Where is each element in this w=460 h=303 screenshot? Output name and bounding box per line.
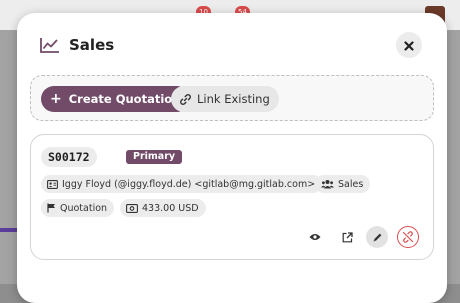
contact-card-icon	[47, 179, 58, 189]
unlink-button[interactable]	[397, 226, 419, 248]
eye-icon[interactable]	[309, 233, 321, 241]
close-icon[interactable]	[404, 36, 414, 55]
type-text: Quotation	[60, 202, 108, 214]
view-button[interactable]	[304, 226, 326, 248]
contact-text: Iggy Floyd (@iggy.floyd.de) <gitlab@mg.g…	[62, 178, 316, 190]
dialog-header: Sales	[40, 36, 114, 54]
primary-badge: Primary	[126, 150, 183, 164]
open-external-button[interactable]	[336, 226, 358, 248]
close-button[interactable]	[396, 32, 422, 58]
record-reference[interactable]: S00172	[41, 147, 97, 167]
amount-chip: 433.00 USD	[120, 199, 206, 217]
link-icon	[180, 93, 191, 105]
create-quotation-button[interactable]: + Create Quotation	[41, 86, 191, 112]
create-quotation-label: Create Quotation	[68, 92, 181, 106]
amount-text: 433.00 USD	[142, 202, 199, 214]
edit-button[interactable]	[366, 226, 388, 248]
sales-dialog: Sales + Create Quotation Link Existing S…	[17, 13, 447, 303]
plus-icon: +	[50, 91, 62, 107]
flag-icon	[47, 203, 55, 213]
type-chip: Quotation	[41, 199, 115, 217]
pencil-icon[interactable]	[372, 232, 383, 243]
team-chip: Sales	[315, 175, 371, 193]
contact-chip: Iggy Floyd (@iggy.floyd.de) <gitlab@mg.g…	[41, 175, 323, 193]
link-existing-label: Link Existing	[197, 92, 270, 106]
external-link-icon[interactable]	[342, 231, 353, 243]
chart-line-icon	[40, 37, 60, 53]
link-existing-button[interactable]: Link Existing	[171, 86, 279, 112]
money-icon	[126, 203, 138, 213]
dialog-title: Sales	[69, 36, 115, 54]
unlink-icon[interactable]	[402, 231, 414, 243]
users-icon	[321, 180, 334, 189]
team-text: Sales	[338, 178, 364, 190]
background-accent	[0, 228, 18, 232]
actions-area: + Create Quotation Link Existing	[30, 75, 434, 121]
linked-record-card: S00172 Primary Iggy Floyd (@iggy.floyd.d…	[30, 134, 434, 260]
